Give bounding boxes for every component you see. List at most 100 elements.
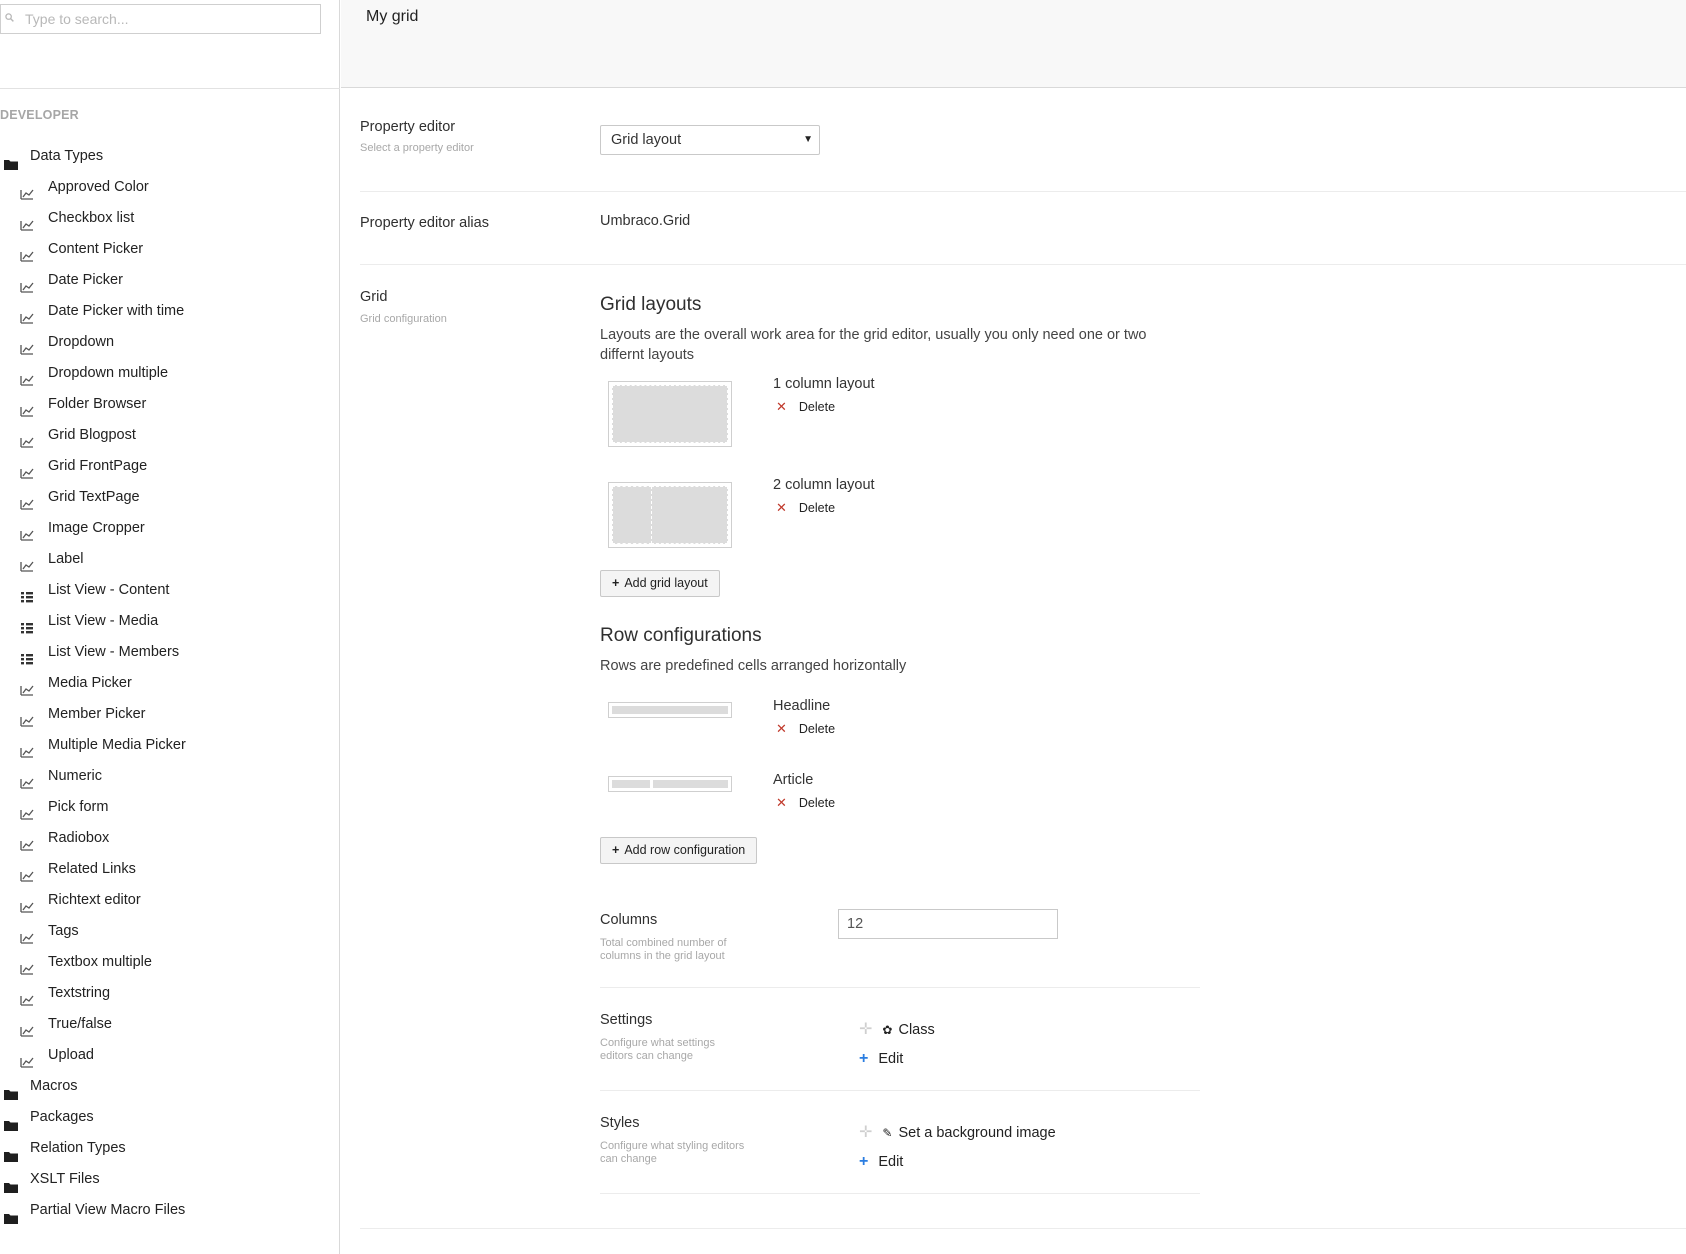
tree-item-label: List View - Content bbox=[48, 582, 170, 598]
tree-item-list-view-members[interactable]: List View - Members bbox=[0, 637, 340, 668]
tree-item-relation-types[interactable]: Relation Types bbox=[0, 1133, 340, 1164]
settings-item-class[interactable]: ✛ ✿ Class bbox=[859, 1019, 935, 1039]
tree-item-label: Macros bbox=[30, 1078, 78, 1094]
tree-item-radiobox[interactable]: Radiobox bbox=[0, 823, 340, 854]
drag-handle-icon[interactable]: ✛ bbox=[859, 1021, 872, 1038]
search-input[interactable] bbox=[25, 5, 315, 33]
tree-item-label: List View - Members bbox=[48, 644, 180, 660]
row-name[interactable]: Headline bbox=[773, 698, 830, 714]
tree-item-grid-textpage[interactable]: Grid TextPage bbox=[0, 482, 340, 513]
tree-item-multiple-media-picker[interactable]: Multiple Media Picker bbox=[0, 730, 340, 761]
delete-row-button[interactable]: ✕ Delete bbox=[776, 795, 835, 811]
add-grid-layout-button[interactable]: + Add grid layout bbox=[600, 570, 720, 597]
layout-thumbnail[interactable] bbox=[608, 482, 732, 548]
row-thumbnail[interactable] bbox=[608, 702, 732, 718]
tree-item-true-false[interactable]: True/false bbox=[0, 1009, 340, 1040]
datatype-icon bbox=[20, 460, 34, 479]
tree-item-packages[interactable]: Packages bbox=[0, 1102, 340, 1133]
tree-item-folder-browser[interactable]: Folder Browser bbox=[0, 389, 340, 420]
tree-item-partial-view-macro-files[interactable]: Partial View Macro Files bbox=[0, 1195, 340, 1226]
tree-item-xslt-files[interactable]: XSLT Files bbox=[0, 1164, 340, 1195]
row-configurations-description: Rows are predefined cells arranged horiz… bbox=[600, 658, 907, 674]
alias-value: Umbraco.Grid bbox=[600, 213, 691, 229]
layout-name[interactable]: 2 column layout bbox=[773, 477, 875, 493]
columns-input[interactable] bbox=[838, 909, 1058, 939]
datatype-icon bbox=[20, 987, 34, 1006]
page-title[interactable]: My grid bbox=[366, 8, 418, 26]
divider bbox=[600, 987, 1200, 988]
datatype-icon bbox=[20, 1049, 34, 1068]
settings-edit-button[interactable]: + Edit bbox=[859, 1050, 903, 1068]
tree-item-label: Partial View Macro Files bbox=[30, 1202, 186, 1218]
delete-label: Delete bbox=[798, 400, 836, 414]
tree-item-tags[interactable]: Tags bbox=[0, 916, 340, 947]
settings-edit-label: Edit bbox=[878, 1051, 904, 1067]
tree-item-related-links[interactable]: Related Links bbox=[0, 854, 340, 885]
row-thumbnail[interactable] bbox=[608, 776, 732, 792]
styles-label: Styles bbox=[600, 1115, 640, 1131]
datatype-icon bbox=[20, 894, 34, 913]
tree-item-list-view-media[interactable]: List View - Media bbox=[0, 606, 340, 637]
tree-item-label[interactable]: Label bbox=[0, 544, 340, 575]
delete-layout-button[interactable]: ✕ Delete bbox=[776, 399, 835, 415]
tree-item-media-picker[interactable]: Media Picker bbox=[0, 668, 340, 699]
tree-item-numeric[interactable]: Numeric bbox=[0, 761, 340, 792]
alias-label: Property editor alias bbox=[360, 215, 489, 231]
tree-item-label: Textstring bbox=[48, 985, 111, 1001]
tree-item-label: Image Cropper bbox=[48, 520, 145, 536]
tree-item-list-view-content[interactable]: List View - Content bbox=[0, 575, 340, 606]
add-row-configuration-button[interactable]: + Add row configuration bbox=[600, 837, 758, 864]
search-icon bbox=[5, 13, 14, 22]
datatype-icon bbox=[20, 243, 34, 262]
search-box[interactable] bbox=[0, 4, 321, 34]
property-editor-selected: Grid layout bbox=[611, 132, 682, 148]
tree-item-checkbox-list[interactable]: Checkbox list bbox=[0, 203, 340, 234]
row-configurations-heading: Row configurations bbox=[600, 625, 762, 646]
property-editor-description: Select a property editor bbox=[360, 142, 474, 154]
row-name[interactable]: Article bbox=[773, 772, 813, 788]
tree-item-data-types[interactable]: Data Types bbox=[0, 141, 340, 172]
tree-item-label: Grid Blogpost bbox=[48, 427, 136, 443]
tree-item-textbox-multiple[interactable]: Textbox multiple bbox=[0, 947, 340, 978]
tree-item-textstring[interactable]: Textstring bbox=[0, 978, 340, 1009]
datatype-icon bbox=[20, 1018, 34, 1037]
tree-item-date-picker[interactable]: Date Picker bbox=[0, 265, 340, 296]
tree-item-dropdown-multiple[interactable]: Dropdown multiple bbox=[0, 358, 340, 389]
datatype-icon bbox=[20, 181, 34, 200]
tree-item-date-picker-with-time[interactable]: Date Picker with time bbox=[0, 296, 340, 327]
datatype-icon bbox=[20, 832, 34, 851]
tree-item-label: Approved Color bbox=[48, 179, 149, 195]
datatype-icon bbox=[20, 367, 34, 386]
folder-icon bbox=[4, 151, 18, 170]
plus-icon: + bbox=[859, 1153, 869, 1170]
tree-item-image-cropper[interactable]: Image Cropper bbox=[0, 513, 340, 544]
drag-handle-icon[interactable]: ✛ bbox=[859, 1124, 872, 1141]
styles-edit-button[interactable]: + Edit bbox=[859, 1153, 903, 1171]
tree-item-grid-blogpost[interactable]: Grid Blogpost bbox=[0, 420, 340, 451]
tree-item-label: Upload bbox=[48, 1047, 94, 1063]
tree-item-label: Date Picker with time bbox=[48, 303, 185, 319]
styles-item-background[interactable]: ✛ ✎ Set a background image bbox=[859, 1122, 1056, 1142]
grid-layouts-heading: Grid layouts bbox=[600, 294, 702, 315]
layout-thumbnail[interactable] bbox=[608, 381, 732, 447]
layout-name[interactable]: 1 column layout bbox=[773, 376, 875, 392]
tree-item-label: Folder Browser bbox=[48, 396, 147, 412]
delete-layout-button[interactable]: ✕ Delete bbox=[776, 500, 835, 516]
datatype-icon bbox=[20, 708, 34, 727]
tree-item-upload[interactable]: Upload bbox=[0, 1040, 340, 1071]
datatype-icon bbox=[20, 491, 34, 510]
tree-item-grid-frontpage[interactable]: Grid FrontPage bbox=[0, 451, 340, 482]
tree-item-dropdown[interactable]: Dropdown bbox=[0, 327, 340, 358]
tree-item-member-picker[interactable]: Member Picker bbox=[0, 699, 340, 730]
property-editor-select[interactable]: Grid layout ▼ bbox=[600, 125, 820, 155]
delete-row-button[interactable]: ✕ Delete bbox=[776, 721, 835, 737]
tree-item-content-picker[interactable]: Content Picker bbox=[0, 234, 340, 265]
tree-item-pick-form[interactable]: Pick form bbox=[0, 792, 340, 823]
tree-item-approved-color[interactable]: Approved Color bbox=[0, 172, 340, 203]
divider bbox=[360, 1228, 1686, 1229]
datatype-icon bbox=[20, 801, 34, 820]
tree-item-richtext-editor[interactable]: Richtext editor bbox=[0, 885, 340, 916]
chevron-down-icon: ▼ bbox=[803, 134, 813, 145]
tree-item-macros[interactable]: Macros bbox=[0, 1071, 340, 1102]
tree-item-label: Media Picker bbox=[48, 675, 132, 691]
